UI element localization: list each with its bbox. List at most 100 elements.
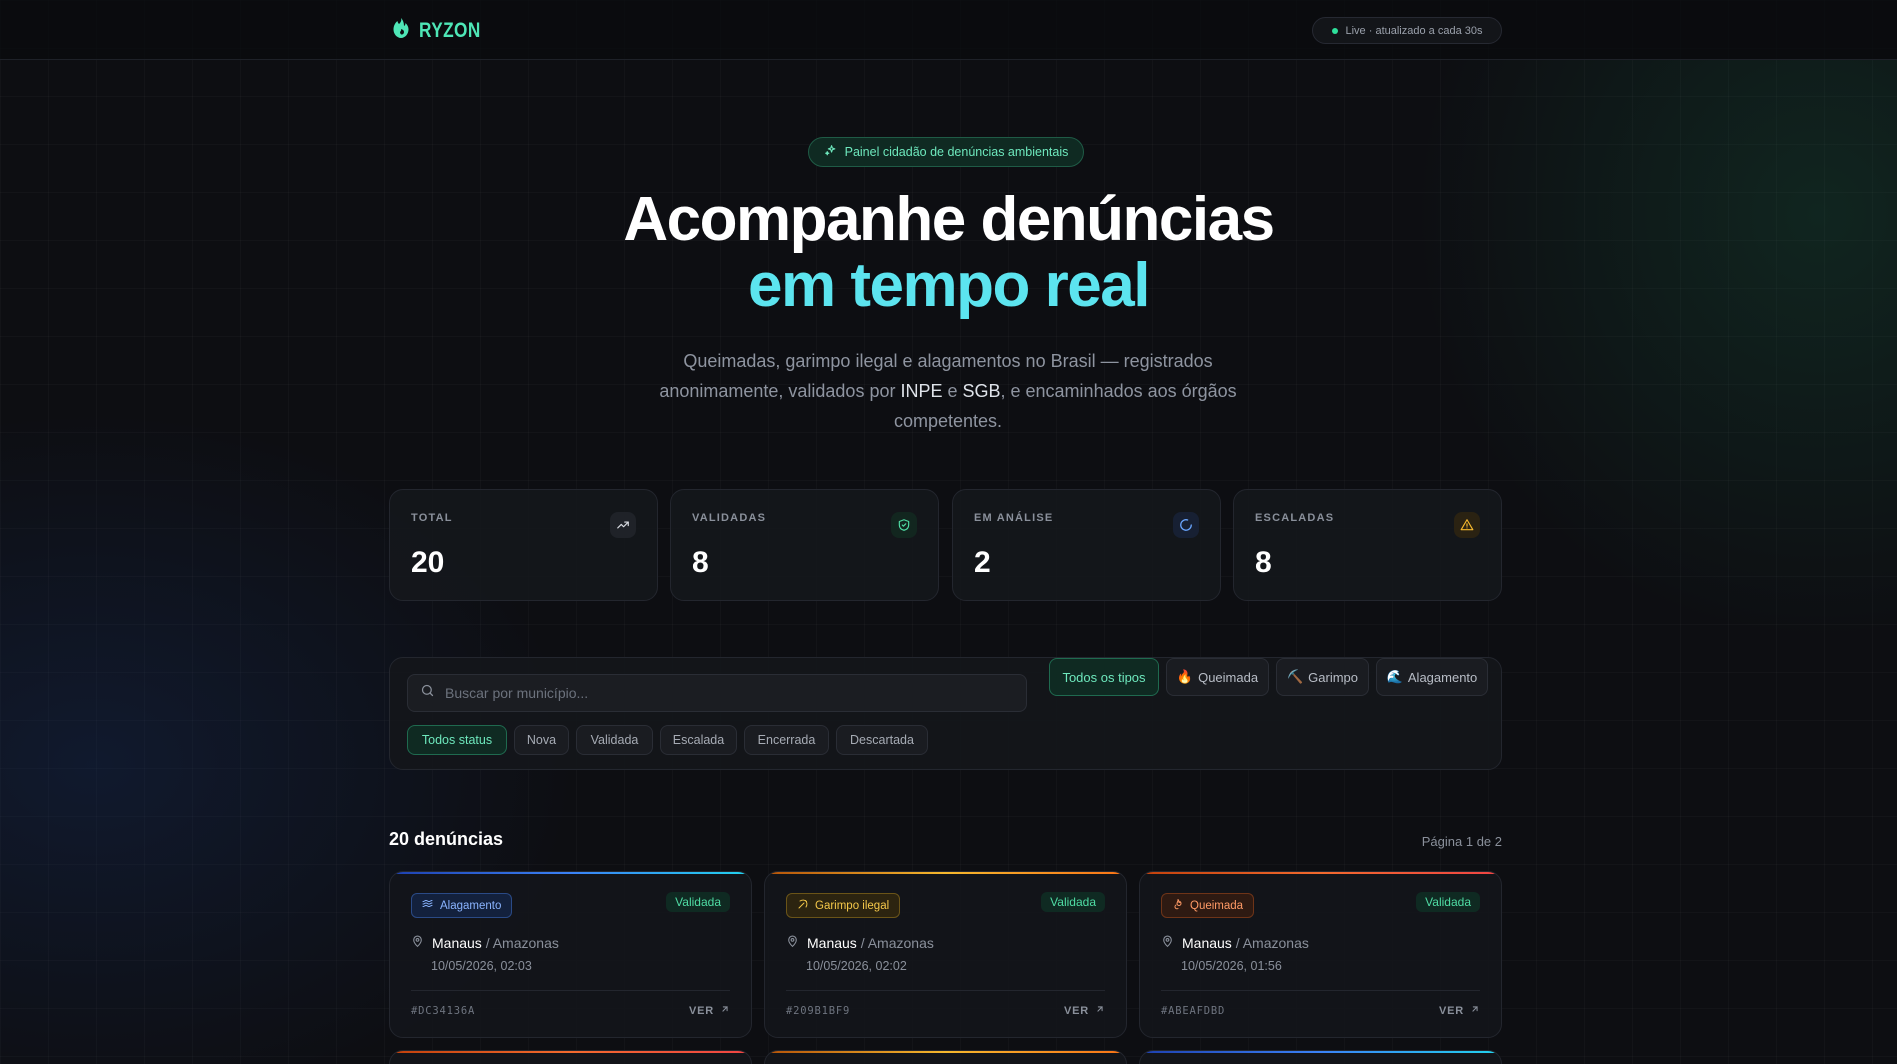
card-date: 10/05/2026, 01:56	[1181, 959, 1282, 973]
status-badge: Validada	[1416, 892, 1480, 912]
alert-triangle-icon	[1454, 512, 1480, 538]
report-card-partial[interactable]	[764, 1050, 1127, 1064]
search-icon	[420, 683, 435, 703]
stat-card-total: TOTAL 20	[389, 489, 658, 601]
search-input[interactable]	[445, 685, 1005, 701]
pick-icon: ⛏️	[1286, 669, 1304, 684]
card-state: Amazonas	[1242, 935, 1309, 951]
stat-card-em-analise: EM ANÁLISE 2	[952, 489, 1221, 601]
pagination-info: Página 1 de 2	[1421, 834, 1502, 849]
card-state: Amazonas	[867, 935, 934, 951]
card-location: Manaus / Amazonas	[786, 935, 934, 951]
report-card[interactable]: Alagamento Validada Manaus / Amazonas 10…	[389, 871, 752, 1038]
live-status-text: Live · atualizado a cada 30s	[1345, 24, 1483, 37]
card-city: Manaus	[807, 935, 857, 951]
card-date: 10/05/2026, 02:03	[431, 959, 532, 973]
card-accent-bar	[1140, 872, 1501, 874]
filter-type-label: Alagamento	[1407, 669, 1478, 685]
report-card-partial[interactable]	[1139, 1050, 1502, 1064]
type-badge: Alagamento	[411, 893, 513, 918]
view-report-link[interactable]: VER	[1439, 1004, 1480, 1017]
view-report-link[interactable]: VER	[689, 1004, 730, 1017]
brand-logo[interactable]: RYZON	[389, 16, 494, 45]
card-location: Manaus / Amazonas	[411, 935, 559, 951]
loader-icon	[1173, 512, 1199, 538]
filter-type-alagamento[interactable]: 🌊 Alagamento	[1376, 658, 1488, 696]
flame-icon	[1172, 898, 1184, 913]
status-badge: Validada	[1041, 892, 1105, 912]
map-pin-icon	[786, 935, 799, 951]
pickaxe-icon	[797, 898, 809, 913]
hero-subtitle-and: e	[942, 381, 963, 401]
wave-icon: 🌊	[1386, 669, 1403, 684]
type-badge-label: Alagamento	[440, 899, 502, 912]
filter-type-todos[interactable]: Todos os tipos	[1049, 658, 1159, 696]
hero-title-highlight: em tempo real	[748, 251, 1150, 320]
hero-badge: Painel cidadão de denúncias ambientais	[808, 137, 1084, 167]
arrow-up-right-icon	[1470, 1004, 1480, 1017]
view-report-link[interactable]: VER	[1064, 1004, 1105, 1017]
card-id: #ABEAFDBD	[1161, 1005, 1226, 1017]
hero-title: Acompanhe denúncias	[623, 185, 1275, 254]
stat-value: 8	[692, 546, 709, 579]
card-accent-bar	[390, 872, 751, 874]
hero-badge-text: Painel cidadão de denúncias ambientais	[844, 145, 1069, 159]
search-box[interactable]	[407, 674, 1027, 712]
card-accent-bar	[765, 1051, 1126, 1053]
card-accent-bar	[390, 1051, 751, 1053]
shield-check-icon	[891, 512, 917, 538]
filter-type-queimada[interactable]: 🔥 Queimada	[1166, 658, 1269, 696]
stat-label: EM ANÁLISE	[974, 512, 1054, 524]
filter-type-label: Garimpo	[1308, 669, 1359, 685]
arrow-up-right-icon	[720, 1004, 730, 1017]
flame-logo-icon	[389, 16, 413, 45]
sparkles-icon	[824, 144, 837, 160]
report-card[interactable]: Garimpo ilegal Validada Manaus / Amazona…	[764, 871, 1127, 1038]
results-count: 20 denúncias	[389, 829, 504, 849]
filter-panel: Todos os tipos 🔥 Queimada ⛏️ Garimpo 🌊 A…	[389, 657, 1502, 770]
stat-value: 2	[974, 546, 991, 579]
filter-status-todos[interactable]: Todos status	[407, 725, 507, 755]
view-link-label: VER	[1438, 1004, 1464, 1017]
brand-name: RYZON	[419, 18, 481, 42]
card-date: 10/05/2026, 02:02	[806, 959, 907, 973]
card-id: #DC34136A	[411, 1005, 476, 1017]
stat-label: VALIDADAS	[692, 512, 767, 524]
card-location: Manaus / Amazonas	[1161, 935, 1309, 951]
card-accent-bar	[765, 872, 1126, 874]
stat-value: 20	[411, 546, 445, 579]
stat-label: ESCALADAS	[1255, 512, 1335, 524]
arrow-up-right-icon	[1095, 1004, 1105, 1017]
hero-subtitle-sgb: SGB	[962, 381, 1001, 401]
card-city: Manaus	[1182, 935, 1232, 951]
filter-status-encerrada[interactable]: Encerrada	[744, 725, 829, 755]
filter-type-label: Queimada	[1198, 669, 1259, 685]
type-badge-label: Queimada	[1190, 899, 1244, 912]
filter-status-escalada[interactable]: Escalada	[660, 725, 737, 755]
card-state: Amazonas	[492, 935, 559, 951]
stat-card-escaladas: ESCALADAS 8	[1233, 489, 1502, 601]
filter-type-garimpo[interactable]: ⛏️ Garimpo	[1276, 658, 1369, 696]
view-link-label: VER	[688, 1004, 714, 1017]
view-link-label: VER	[1063, 1004, 1089, 1017]
stat-label: TOTAL	[411, 512, 453, 524]
card-city: Manaus	[432, 935, 482, 951]
card-divider	[1161, 990, 1480, 991]
filter-status-validada[interactable]: Validada	[576, 725, 653, 755]
card-divider	[786, 990, 1105, 991]
stat-value: 8	[1255, 546, 1272, 579]
stat-card-validadas: VALIDADAS 8	[670, 489, 939, 601]
report-card-partial[interactable]	[389, 1050, 752, 1064]
card-id: #209B1BF9	[786, 1005, 851, 1017]
fire-icon: 🔥	[1176, 669, 1194, 684]
waves-icon	[422, 898, 434, 913]
type-badge: Queimada	[1161, 893, 1255, 918]
card-divider	[411, 990, 730, 991]
card-accent-bar	[1140, 1051, 1501, 1053]
report-card[interactable]: Queimada Validada Manaus / Amazonas 10/0…	[1139, 871, 1502, 1038]
hero-subtitle: Queimadas, garimpo ilegal e alagamentos …	[658, 346, 1238, 436]
top-bar: RYZON Live · atualizado a cada 30s	[0, 0, 1897, 60]
filter-status-descartada[interactable]: Descartada	[836, 725, 928, 755]
filter-status-nova[interactable]: Nova	[514, 725, 569, 755]
map-pin-icon	[411, 935, 424, 951]
